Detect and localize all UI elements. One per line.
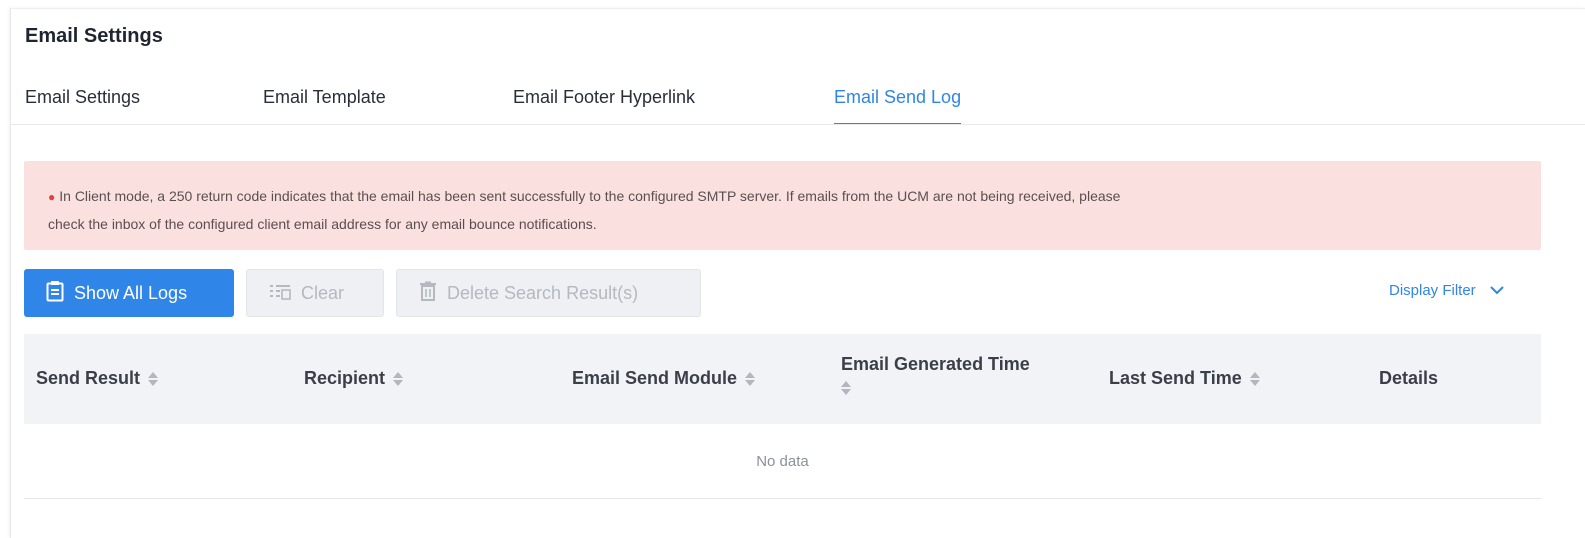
alert-line-1: ● In Client mode, a 250 return code indic… bbox=[48, 183, 1517, 211]
tab-divider bbox=[11, 124, 1585, 125]
sort-icon bbox=[393, 371, 404, 386]
column-header-details: Details bbox=[1379, 368, 1438, 389]
email-settings-panel: Email Settings Email Settings Email Temp… bbox=[10, 8, 1585, 538]
sort-icon bbox=[1249, 371, 1260, 386]
table-header: Send Result Recipient Email Send Module … bbox=[24, 334, 1541, 424]
show-all-logs-button[interactable]: Show All Logs bbox=[24, 269, 234, 317]
delete-search-results-button[interactable]: Delete Search Result(s) bbox=[396, 269, 701, 317]
chevron-down-icon bbox=[1489, 282, 1504, 299]
show-all-logs-label: Show All Logs bbox=[74, 282, 188, 303]
column-label: Email Generated Time bbox=[841, 354, 1030, 374]
column-header-email-generated-time[interactable]: Email Generated Time bbox=[841, 354, 1030, 395]
alert-text-2: check the inbox of the configured client… bbox=[48, 216, 597, 232]
display-filter-toggle[interactable]: Display Filter bbox=[1389, 282, 1504, 299]
sort-icon bbox=[841, 381, 851, 395]
page-title: Email Settings bbox=[25, 25, 163, 47]
tab-email-footer-hyperlink[interactable]: Email Footer Hyperlink bbox=[513, 87, 695, 125]
tab-email-template[interactable]: Email Template bbox=[263, 87, 386, 125]
column-label: Details bbox=[1379, 368, 1439, 388]
clear-list-icon bbox=[269, 282, 291, 305]
column-label: Send Result bbox=[36, 368, 141, 388]
column-header-recipient[interactable]: Recipient bbox=[304, 368, 404, 389]
info-alert: ● In Client mode, a 250 return code indic… bbox=[24, 161, 1541, 250]
clear-button[interactable]: Clear bbox=[246, 269, 384, 317]
column-header-last-send-time[interactable]: Last Send Time bbox=[1109, 368, 1260, 389]
sort-icon bbox=[745, 371, 756, 386]
clipboard-list-icon bbox=[46, 280, 64, 307]
column-label: Last Send Time bbox=[1109, 368, 1242, 388]
empty-state-text: No data bbox=[756, 453, 809, 470]
trash-icon bbox=[419, 281, 437, 306]
delete-search-results-label: Delete Search Result(s) bbox=[447, 282, 639, 303]
tab-email-settings[interactable]: Email Settings bbox=[25, 87, 140, 125]
clear-label: Clear bbox=[301, 282, 345, 303]
tab-bar: Email Settings Email Template Email Foot… bbox=[25, 87, 1585, 125]
display-filter-label: Display Filter bbox=[1389, 282, 1476, 299]
column-label: Recipient bbox=[304, 368, 386, 388]
table-bottom-divider bbox=[24, 498, 1541, 499]
sort-icon bbox=[148, 371, 159, 386]
alert-bullet-icon: ● bbox=[48, 190, 56, 204]
column-header-send-result[interactable]: Send Result bbox=[36, 368, 159, 389]
alert-text-1: In Client mode, a 250 return code indica… bbox=[59, 188, 1121, 204]
column-header-email-send-module[interactable]: Email Send Module bbox=[572, 368, 756, 389]
column-label: Email Send Module bbox=[572, 368, 738, 388]
tab-email-send-log[interactable]: Email Send Log bbox=[834, 87, 962, 125]
